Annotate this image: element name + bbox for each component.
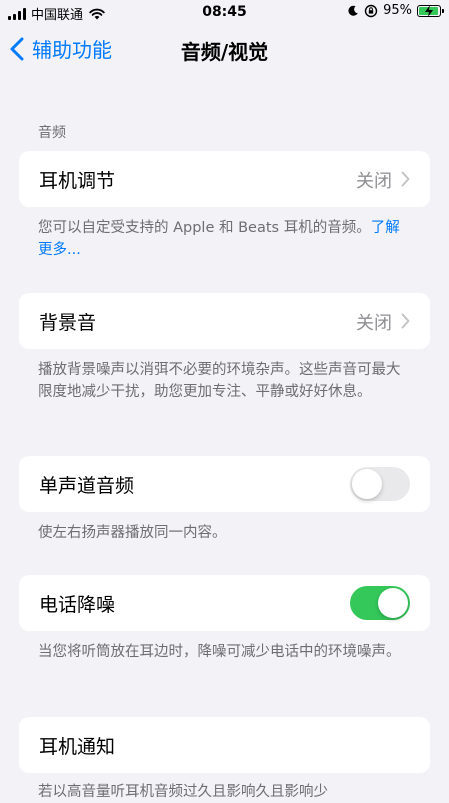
section-header-audio: 音频 [38, 125, 66, 141]
charging-bolt-icon [425, 4, 433, 17]
status-bar: 中国联通 08:45 95% [0, 0, 449, 26]
row-label: 耳机调节 [39, 170, 116, 192]
row-label: 背景音 [39, 312, 97, 334]
row-value: 关闭 [356, 313, 392, 334]
row-label: 单声道音频 [39, 475, 135, 497]
status-right: 95% [347, 3, 444, 18]
battery-icon [417, 4, 444, 17]
headphone-accommodations-row[interactable]: 耳机调节 关闭 [19, 151, 430, 207]
phone-noise-cancellation-row: 电话降噪 [19, 575, 430, 631]
page-title: 音频/视觉 [180, 40, 269, 64]
toggle-knob [352, 469, 382, 499]
background-sounds-row[interactable]: 背景音 关闭 [19, 293, 430, 349]
footer-text: 您可以自定受支持的 Apple 和 Beats 耳机的音频。 [38, 220, 371, 236]
navigation-bar: 辅助功能 音频/视觉 [0, 28, 449, 72]
toggle-knob [378, 588, 408, 618]
chevron-right-icon [401, 313, 410, 329]
noise-cancellation-toggle[interactable] [350, 586, 410, 620]
mono-audio-row: 单声道音频 [19, 456, 430, 512]
noise-cancellation-footer: 当您将听筒放在耳边时，降噪可减少电话中的环境噪声。 [38, 644, 401, 660]
moon-icon [348, 5, 358, 16]
battery-percent: 95% [383, 3, 412, 18]
row-label: 耳机通知 [39, 736, 116, 758]
headphone-footer: 您可以自定受支持的 Apple 和 Beats 耳机的音频。了解更多... [38, 217, 413, 261]
headphone-notifications-row[interactable]: 耳机通知 [19, 717, 430, 773]
mono-audio-footer: 使左右扬声器播放同一内容。 [38, 525, 227, 541]
background-sounds-footer: 播放背景噪声以消弭不必要的环境杂声。这些声音可最大限度地减少干扰，助您更加专注、… [38, 362, 401, 400]
chevron-right-icon [401, 171, 410, 187]
mono-audio-toggle[interactable] [350, 467, 410, 501]
rotation-lock-icon [364, 4, 378, 17]
row-label: 电话降噪 [39, 594, 116, 616]
row-value: 关闭 [356, 171, 392, 192]
